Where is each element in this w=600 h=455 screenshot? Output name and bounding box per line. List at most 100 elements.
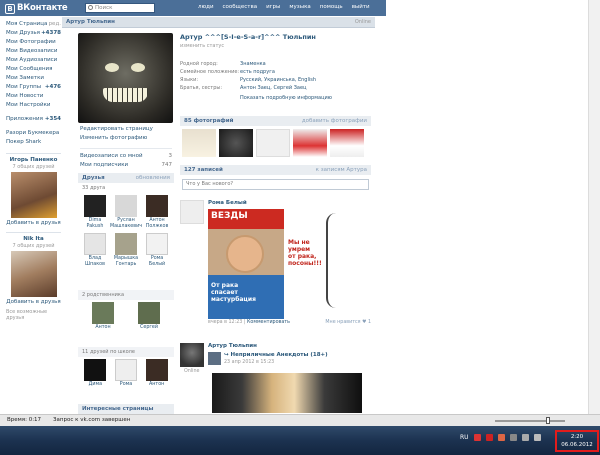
tray-app-icon[interactable]: [485, 434, 493, 441]
photo-thumb[interactable]: [293, 129, 327, 157]
sidebar-item-settings[interactable]: Мои Настройки: [6, 101, 61, 110]
change-photo-link[interactable]: Изменить фотографию: [80, 134, 172, 143]
status-bar: Время: 0:17 Запрос к vk.com завершен: [0, 414, 600, 426]
search-input[interactable]: Поиск: [85, 3, 155, 13]
add-friend-button[interactable]: Добавить в друзья: [6, 299, 61, 305]
comment-link[interactable]: Комментировать: [247, 320, 290, 325]
system-clock[interactable]: 2:20 06.06.2012: [555, 430, 599, 452]
sidebar-item-news[interactable]: Мои Новости: [6, 92, 61, 101]
sidebar-item-friends[interactable]: Мои Друзья +4378: [6, 29, 61, 38]
to-arthur-posts-link[interactable]: к записям Артура: [316, 165, 367, 175]
suggested-friend-2: Nik Ita 7 общих друзей Добавить в друзья: [6, 232, 61, 305]
friend-item[interactable]: Dima Pakush: [80, 195, 110, 230]
relative-photo: [138, 302, 160, 324]
photo-thumb[interactable]: [219, 129, 253, 157]
friend-photo: [114, 233, 137, 255]
sidebar-item-my-page[interactable]: Моя Страница ред.: [6, 20, 61, 29]
sidebar-item-photos[interactable]: Мои Фотографии: [6, 38, 61, 47]
nav-games[interactable]: игры: [266, 4, 280, 10]
school-friend-item[interactable]: Антон: [141, 359, 172, 388]
friend-item[interactable]: Влад Шпаков: [80, 233, 110, 268]
vk-header: В ВКонтакте Поиск люди сообщества игры му…: [0, 0, 386, 16]
network-icon[interactable]: [509, 434, 517, 441]
system-tray: RU: [460, 434, 541, 441]
post-image[interactable]: ВЕЗДЫ От рака спасает мастурбация Мы не …: [208, 209, 348, 319]
top-nav: люди сообщества игры музыка помощь выйти: [198, 4, 370, 10]
nav-communities[interactable]: сообщества: [223, 4, 258, 10]
friend-photo: [84, 359, 107, 381]
sidebar-item-audio[interactable]: Мои Аудиозаписи: [6, 56, 61, 65]
relative-item[interactable]: Антон: [80, 302, 126, 331]
friend-photo[interactable]: [10, 251, 57, 297]
photo-thumb[interactable]: [330, 129, 364, 157]
add-photos-link[interactable]: добавить фотографии: [302, 116, 367, 126]
info-row: Семейное положение: есть подруга: [180, 69, 275, 75]
info-row: Языки: Русский, Украинська, English: [180, 77, 317, 83]
post-author-avatar[interactable]: [180, 343, 204, 367]
all-possible-friends-link[interactable]: Все возможные друзья: [6, 309, 61, 321]
friends-header[interactable]: Друзья обновления: [78, 173, 174, 183]
friend-item[interactable]: Антон Полжков: [142, 195, 172, 230]
sidebar: Моя Страница ред. Мои Друзья +4378 Мои Фот…: [6, 20, 61, 321]
friend-photo[interactable]: [10, 172, 57, 218]
wall-block: 127 записей к записям Артура Что у Вас но…: [180, 165, 371, 194]
friend-photo: [146, 195, 169, 217]
page-header: Артур Тюльпин Online: [62, 17, 375, 28]
browser-window: В ВКонтакте Поиск люди сообщества игры му…: [0, 0, 600, 455]
show-details-link[interactable]: Показать подробную информацию: [180, 95, 370, 101]
sidebar-item-groups[interactable]: Мои Группы +476: [6, 83, 61, 92]
post-author[interactable]: Рома Белый: [208, 200, 247, 206]
school-friend-item[interactable]: Рома: [111, 359, 142, 388]
repost-source-avatar[interactable]: [208, 352, 221, 365]
videos-with-me-link[interactable]: Видеозаписи со мной 3: [80, 152, 172, 161]
tray-app-icon[interactable]: [497, 434, 505, 441]
language-indicator[interactable]: RU: [460, 434, 469, 441]
photo-thumb[interactable]: [256, 129, 290, 157]
interesting-pages-block: Интересные страницы: [78, 404, 174, 414]
post-image[interactable]: [212, 373, 362, 413]
friend-item[interactable]: Марышка Гонтарь: [110, 233, 142, 268]
nav-help[interactable]: помощь: [320, 4, 343, 10]
nav-music[interactable]: музыка: [289, 4, 310, 10]
battery-icon[interactable]: [533, 434, 541, 441]
vk-logo[interactable]: В ВКонтакте: [5, 3, 68, 14]
friend-item[interactable]: Рома Белый: [142, 233, 172, 268]
friend-photo: [146, 233, 169, 255]
sidebar-item-apps[interactable]: Приложения +354: [6, 115, 61, 124]
photo-thumb[interactable]: [182, 129, 216, 157]
nav-logout[interactable]: выйти: [352, 4, 370, 10]
school-friend-item[interactable]: Дима: [80, 359, 111, 388]
sidebar-item-messages[interactable]: Мои Сообщения: [6, 65, 61, 74]
nav-people[interactable]: люди: [198, 4, 214, 10]
sidebar-item-videos[interactable]: Мои Видеозаписи: [6, 47, 61, 56]
friend-photo: [145, 359, 168, 381]
like-button[interactable]: Мне нравится ♥ 1: [325, 320, 371, 325]
add-friend-button[interactable]: Добавить в друзья: [6, 220, 61, 226]
volume-icon[interactable]: [521, 434, 529, 441]
relative-item[interactable]: Сергей: [126, 302, 172, 331]
repost-source[interactable]: ↪ Неприличные Анекдоты (18+): [224, 352, 328, 358]
wall-post-input[interactable]: Что у Вас нового?: [182, 179, 369, 190]
zoom-slider[interactable]: [495, 420, 565, 422]
friend-photo: [114, 359, 137, 381]
zoom-slider-handle[interactable]: [546, 417, 550, 424]
post-author-avatar[interactable]: [180, 200, 204, 224]
change-status-link[interactable]: изменить статус: [180, 43, 370, 49]
post-author[interactable]: Артур Тюльпин: [208, 343, 257, 349]
profile-avatar[interactable]: [78, 33, 173, 123]
page-owner-name[interactable]: Артур Тюльпин: [66, 19, 115, 25]
sidebar-item-game-1[interactable]: Разори Букмекера: [6, 129, 61, 138]
sidebar-item-notes[interactable]: Мои Заметки: [6, 74, 61, 83]
relative-photo: [92, 302, 114, 324]
friend-photo: [83, 233, 106, 255]
edit-page-link[interactable]: Редактировать страницу: [80, 125, 172, 134]
friend-item[interactable]: Руслан Машлакевич: [110, 195, 142, 230]
subscribers-link[interactable]: Мои подписчики 747: [80, 161, 172, 170]
sidebar-item-game-2[interactable]: Покер Shark: [6, 138, 61, 147]
vertical-scrollbar[interactable]: [588, 0, 600, 414]
friends-block: Друзья обновления 33 друга Dima Pakush Ру…: [78, 173, 174, 270]
info-row: Родной город: Знаменка: [180, 61, 266, 67]
antivirus-icon[interactable]: [473, 434, 481, 441]
online-status: Online: [354, 19, 371, 25]
photos-block: 85 фотографий добавить фотографии: [180, 116, 371, 160]
